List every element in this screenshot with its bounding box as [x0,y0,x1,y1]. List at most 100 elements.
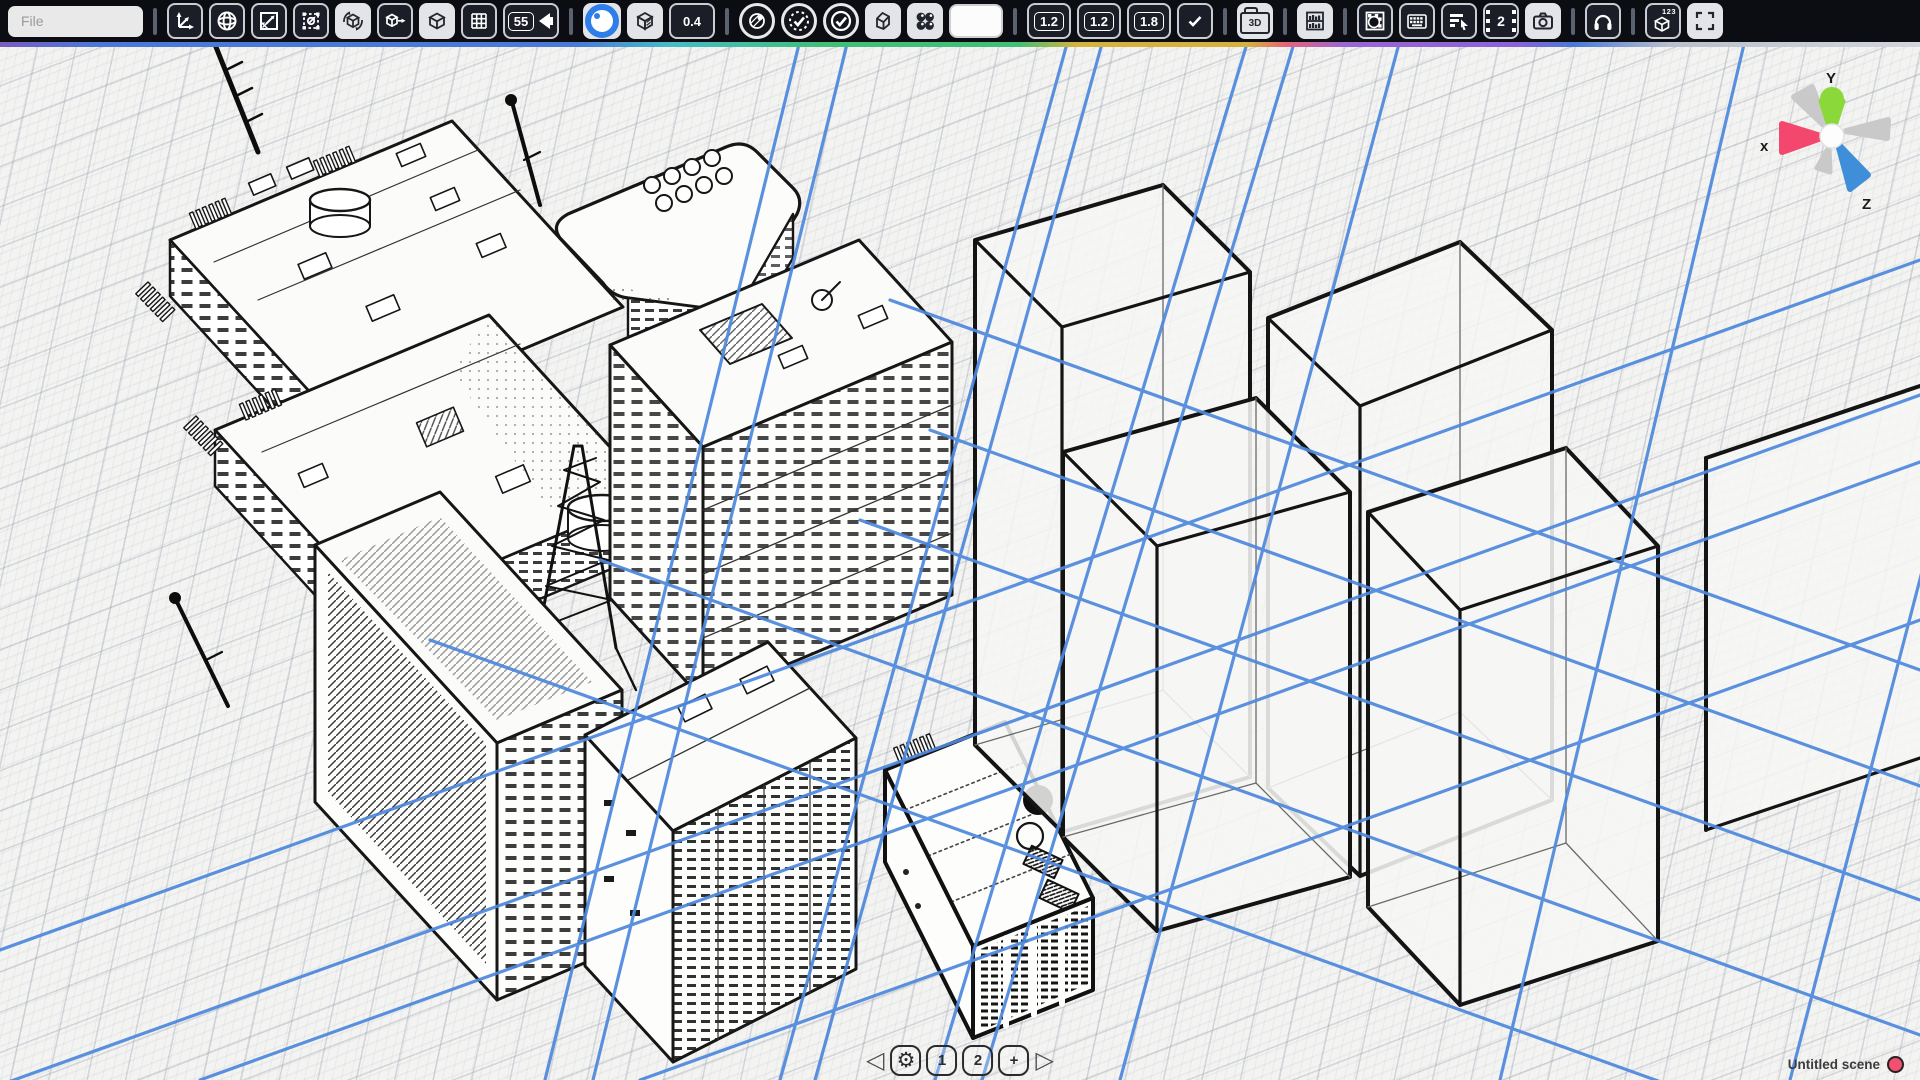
gizmo-x-label: x [1760,138,1769,155]
volume-mode-button[interactable] [865,3,901,39]
screenshot-button[interactable] [1525,3,1561,39]
add-page-button[interactable]: + [999,1045,1030,1076]
expand-icon [1693,9,1717,33]
keyboard-icon [1405,9,1429,33]
guides-visibility-button[interactable] [781,3,817,39]
grid-snap-checkbox[interactable] [1177,3,1213,39]
toolbar-divider [153,8,157,35]
box-mode-button[interactable] [419,3,455,39]
orbit-tool-button[interactable] [209,3,245,39]
file-menu-label: File [21,13,44,29]
axes-icon [173,9,197,33]
film-frame-icon: 2 [1486,8,1516,34]
check-icon [1184,10,1206,32]
pan-view-button[interactable] [377,3,413,39]
gear-icon: ⚙ [897,1050,916,1071]
prism-icon [871,9,895,33]
sketch-buildings[interactable] [0,0,1093,1062]
axis-y-cap[interactable] [1820,87,1844,111]
cube-arrow-icon [383,9,407,33]
audio-button[interactable] [1585,3,1621,39]
shortcuts-button[interactable] [1399,3,1435,39]
grid-x-value: 1.2 [1034,12,1064,31]
numbers-badge: 123 [1662,7,1676,16]
spheres-brush-button[interactable] [907,3,943,39]
page-1-button[interactable]: 1 [927,1045,958,1076]
scale-tool-button[interactable] [251,3,287,39]
fov-value: 55 [508,12,534,31]
page-2-button[interactable]: 2 [963,1045,994,1076]
toolbar-divider [1223,8,1227,35]
grid-icon [467,9,491,33]
gizmo-center[interactable] [1820,124,1844,148]
axis-neg-gray-2[interactable] [1846,120,1888,138]
camera-icon [1531,9,1555,33]
stroke-width-button[interactable]: 0.4 [669,3,715,39]
gizmo-z-label: Z [1862,196,1871,213]
scene-settings-button[interactable]: ⚙ [891,1045,922,1076]
focus-point-button[interactable] [583,3,621,39]
export-3d-button[interactable]: 3D [1237,3,1273,39]
toolbar-divider [569,8,573,35]
toolbar-divider [1343,8,1347,35]
headphones-icon [1591,9,1615,33]
status-dot-icon [1887,1056,1904,1073]
dither-button[interactable] [1357,3,1393,39]
shading-mode-button[interactable] [627,3,663,39]
globe-icon [215,9,239,33]
stroke-width-value: 0.4 [681,13,703,30]
camera-frustum-icon [538,10,554,32]
shaded-cube-icon [633,9,657,33]
focus-ring-icon [585,4,619,38]
snap-toggle-button[interactable] [823,3,859,39]
bounds-transform-icon [299,9,323,33]
toolbar-divider [1013,8,1017,35]
next-page-chevron[interactable]: ▷ [1035,1045,1055,1076]
prev-page-chevron[interactable]: ◁ [865,1045,885,1076]
file-menu-button[interactable]: File [8,6,143,37]
scene-drawing [0,0,1920,1080]
viewport-canvas[interactable]: Y x Z ◁ ⚙ 1 2 + ▷ Untitled scene [0,47,1920,1080]
grid-y-value: 1.2 [1084,12,1114,31]
frame-number: 2 [1497,13,1505,29]
toolbar-divider [1631,8,1635,35]
toolbar-accent-underline [0,42,1920,47]
grid-z-button[interactable]: 1.8 [1127,3,1171,39]
axis-neg-gray-3[interactable] [1817,147,1830,172]
stats-button[interactable]: 123 [1645,3,1681,39]
transform-tool-button[interactable] [293,3,329,39]
dither-pattern-icon [1363,9,1387,33]
move-tool-button[interactable] [167,3,203,39]
four-spheres-icon [913,9,937,33]
orbit-cube-icon [341,9,365,33]
graph-cursor-icon [1447,9,1471,33]
gizmo-y-label: Y [1826,70,1836,87]
grid-z-value: 1.8 [1134,12,1164,31]
wireframe-boxes[interactable] [975,185,1920,1005]
folder-3d-label: 3D [1249,18,1262,29]
axis-gizmo[interactable]: Y x Z [1720,47,1920,277]
scene-status: Untitled scene [1788,1056,1904,1073]
top-toolbar: File [0,0,1920,47]
frame-button[interactable]: 2 [1483,3,1519,39]
dotted-check-icon [787,9,811,33]
check-circle-icon [829,9,853,33]
library-button[interactable] [1297,3,1333,39]
grid-x-button[interactable]: 1.2 [1027,3,1071,39]
rotate-view-button[interactable] [335,3,371,39]
material-sphere-button[interactable] [739,3,775,39]
grid-y-button[interactable]: 1.2 [1077,3,1121,39]
bookshelf-icon [1303,9,1327,33]
grid-toggle-button[interactable] [461,3,497,39]
fov-button[interactable]: 55 [503,3,559,39]
folder-3d-icon: 3D [1240,12,1270,34]
toolbar-divider [1571,8,1575,35]
timeline-button[interactable] [1441,3,1477,39]
color-swatch-button[interactable] [949,4,1003,38]
shaded-sphere-icon [745,9,769,33]
axis-x-cone[interactable] [1782,124,1824,152]
cube-icon [425,9,449,33]
toolbar-divider [725,8,729,35]
axis-z-cone[interactable] [1838,144,1868,189]
fullscreen-button[interactable] [1687,3,1723,39]
